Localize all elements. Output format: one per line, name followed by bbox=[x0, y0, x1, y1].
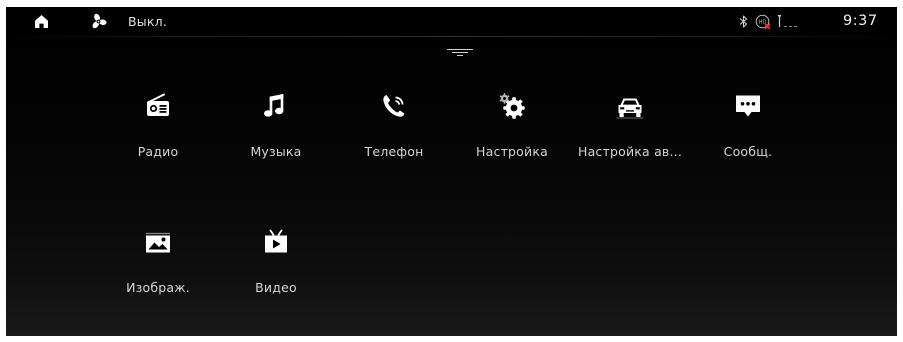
video-icon bbox=[265, 229, 287, 253]
status-bar-divider bbox=[6, 36, 897, 37]
app-label-gallery: Изображ. bbox=[126, 280, 190, 295]
fan-status-label: Выкл. bbox=[128, 14, 167, 29]
app-label-settings: Настройка bbox=[476, 144, 548, 159]
app-label-phone: Телефон bbox=[364, 144, 424, 159]
status-bar: Выкл. HD 9:37 bbox=[6, 7, 897, 37]
pulldown-handle-icon[interactable] bbox=[446, 48, 474, 58]
message-icon bbox=[736, 95, 760, 117]
app-label-music: Музыка bbox=[250, 144, 302, 159]
music-note-icon bbox=[264, 94, 284, 117]
gear-icon bbox=[499, 93, 525, 119]
home-icon[interactable] bbox=[34, 14, 49, 29]
infotainment-screen: Выкл. HD 9:37 Радио Музыка Телефон Настр… bbox=[6, 7, 897, 336]
app-tile-car-settings[interactable]: Настройка ав... bbox=[571, 91, 689, 201]
app-tile-music[interactable]: Музыка bbox=[217, 91, 335, 201]
app-label-messages: Сообщ. bbox=[723, 144, 773, 159]
radio-icon bbox=[147, 93, 169, 116]
app-tile-phone[interactable]: Телефон bbox=[335, 91, 453, 201]
app-label-video: Видео bbox=[255, 280, 297, 295]
fan-icon[interactable] bbox=[90, 13, 107, 30]
car-icon bbox=[616, 98, 644, 119]
no-signal-icon bbox=[777, 15, 797, 27]
app-label-car-settings: Настройка ав... bbox=[577, 144, 683, 159]
phone-icon bbox=[383, 95, 405, 117]
app-tile-settings[interactable]: Настройка bbox=[453, 91, 571, 201]
voice-off-icon: HD bbox=[755, 14, 771, 30]
app-tile-video[interactable]: Видео bbox=[217, 227, 335, 336]
app-tile-messages[interactable]: Сообщ. bbox=[689, 91, 807, 201]
app-label-radio: Радио bbox=[137, 144, 179, 159]
bluetooth-icon bbox=[739, 15, 748, 28]
app-tile-gallery[interactable]: Изображ. bbox=[99, 227, 217, 336]
image-icon bbox=[146, 232, 170, 253]
clock: 9:37 bbox=[843, 13, 878, 29]
app-tile-radio[interactable]: Радио bbox=[99, 91, 217, 201]
